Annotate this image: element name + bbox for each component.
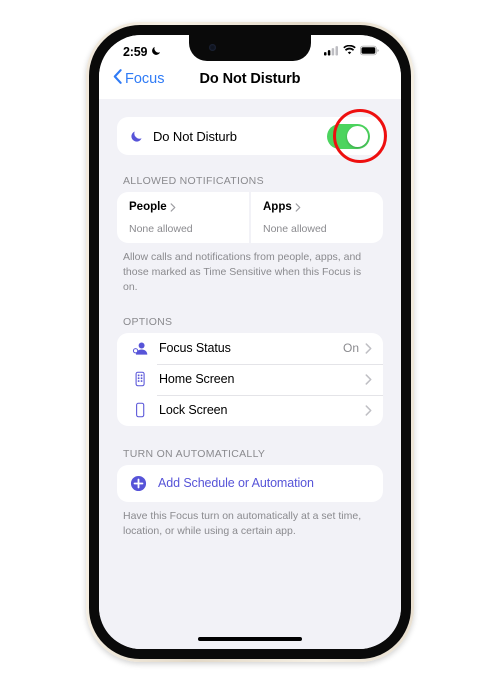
plus-circle-icon [130,475,147,492]
allowed-notifications-header: ALLOWED NOTIFICATIONS [123,175,264,187]
allowed-card-people-label: People [129,201,167,213]
navigation-bar: Focus Do Not Disturb [99,65,401,99]
options-card: Focus Status On Home Screen Lock Screen [117,332,383,426]
chevron-right-icon [295,202,301,212]
focus-status-person-icon [130,340,150,357]
allowed-card-people[interactable]: People None allowed [117,192,249,243]
lock-screen-icon [130,402,150,418]
do-not-disturb-toggle[interactable] [327,123,370,149]
home-indicator-bar[interactable] [198,637,302,641]
options-section: OPTIONS Focus Status On Home Screen Lock… [117,316,383,426]
option-row-focus-status[interactable]: Focus Status On [117,333,383,364]
status-bar-right [324,43,379,61]
add-schedule-or-automation-button[interactable]: Add Schedule or Automation [117,464,383,502]
chevron-right-icon [365,342,372,354]
option-label-home-screen: Home Screen [159,372,235,387]
home-screen-icon [130,371,150,387]
allowed-card-apps-title: Apps [263,201,371,213]
allowed-notifications-cards: People None allowed Apps None allowed [117,192,383,243]
allowed-card-apps[interactable]: Apps None allowed [251,192,383,243]
allowed-card-apps-label: Apps [263,201,292,213]
phone-bezel: 2:59 Focus Do Not Disturb Do Not Disturb… [89,25,411,659]
allowed-card-apps-value: None allowed [263,223,327,235]
chevron-right-icon [365,373,372,385]
status-bar-time: 2:59 [123,45,148,59]
chevron-right-icon [365,404,372,416]
option-label-lock-screen: Lock Screen [159,403,228,418]
option-value-focus-status: On [342,341,359,356]
allowed-card-people-value: None allowed [129,223,193,235]
notch [189,35,311,61]
add-schedule-or-automation-label: Add Schedule or Automation [158,476,314,491]
allowed-notifications-footer: Allow calls and notifications from peopl… [123,251,362,294]
battery-full-icon [360,43,379,61]
chevron-right-icon [170,202,176,212]
wifi-icon [343,43,356,61]
status-bar-left: 2:59 [123,45,162,59]
do-not-disturb-label: Do Not Disturb [153,128,237,144]
phone-device-frame: 2:59 Focus Do Not Disturb Do Not Disturb… [86,22,414,662]
do-not-disturb-row[interactable]: Do Not Disturb [117,109,387,163]
allowed-notifications-section: ALLOWED NOTIFICATIONS People None allowe… [117,175,383,296]
cellular-signal-icon [324,43,339,61]
options-header: OPTIONS [123,315,173,328]
crescent-moon-icon [151,45,162,59]
turn-on-automatically-footer: Have this Focus turn on automatically at… [123,509,362,537]
front-camera-icon [209,44,216,51]
page-title: Do Not Disturb [199,71,301,87]
turn-on-automatically-section: TURN ON AUTOMATICALLY Add Schedule or Au… [117,448,383,539]
option-label-focus-status: Focus Status [159,341,231,356]
settings-content: Do Not Disturb ALLOWED NOTIFICATIONS Peo… [99,99,401,649]
option-row-home-screen[interactable]: Home Screen [117,363,383,395]
turn-on-automatically-header: TURN ON AUTOMATICALLY [123,447,266,460]
option-row-lock-screen[interactable]: Lock Screen [117,394,383,426]
toggle-knob [347,125,368,147]
allowed-card-people-title: People [129,201,237,213]
crescent-moon-icon [130,129,144,143]
phone-screen: 2:59 Focus Do Not Disturb Do Not Disturb… [99,35,401,649]
